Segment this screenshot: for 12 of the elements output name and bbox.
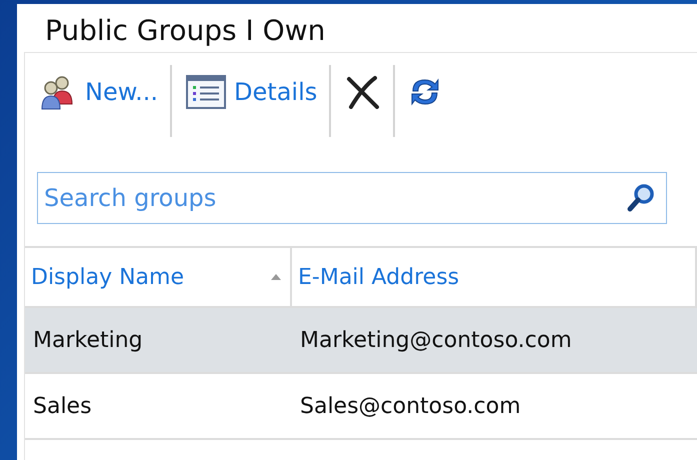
search-field[interactable]: Search groups <box>37 172 667 224</box>
list-icon <box>186 75 226 109</box>
new-button[interactable]: New... <box>25 69 170 115</box>
table-cell-text: Marketing <box>32 326 144 354</box>
table-cell-text: Sales <box>32 392 93 420</box>
close-icon <box>345 75 382 109</box>
table-row[interactable]: Marketing Marketing@contoso.com <box>25 308 697 374</box>
table-cell-text: Marketing@contoso.com <box>299 326 573 354</box>
details-button[interactable]: Details <box>172 69 330 115</box>
search-icon <box>627 183 655 213</box>
table-cell-text: Sales@contoso.com <box>299 392 522 420</box>
page-title: Public Groups I Own <box>44 13 326 49</box>
